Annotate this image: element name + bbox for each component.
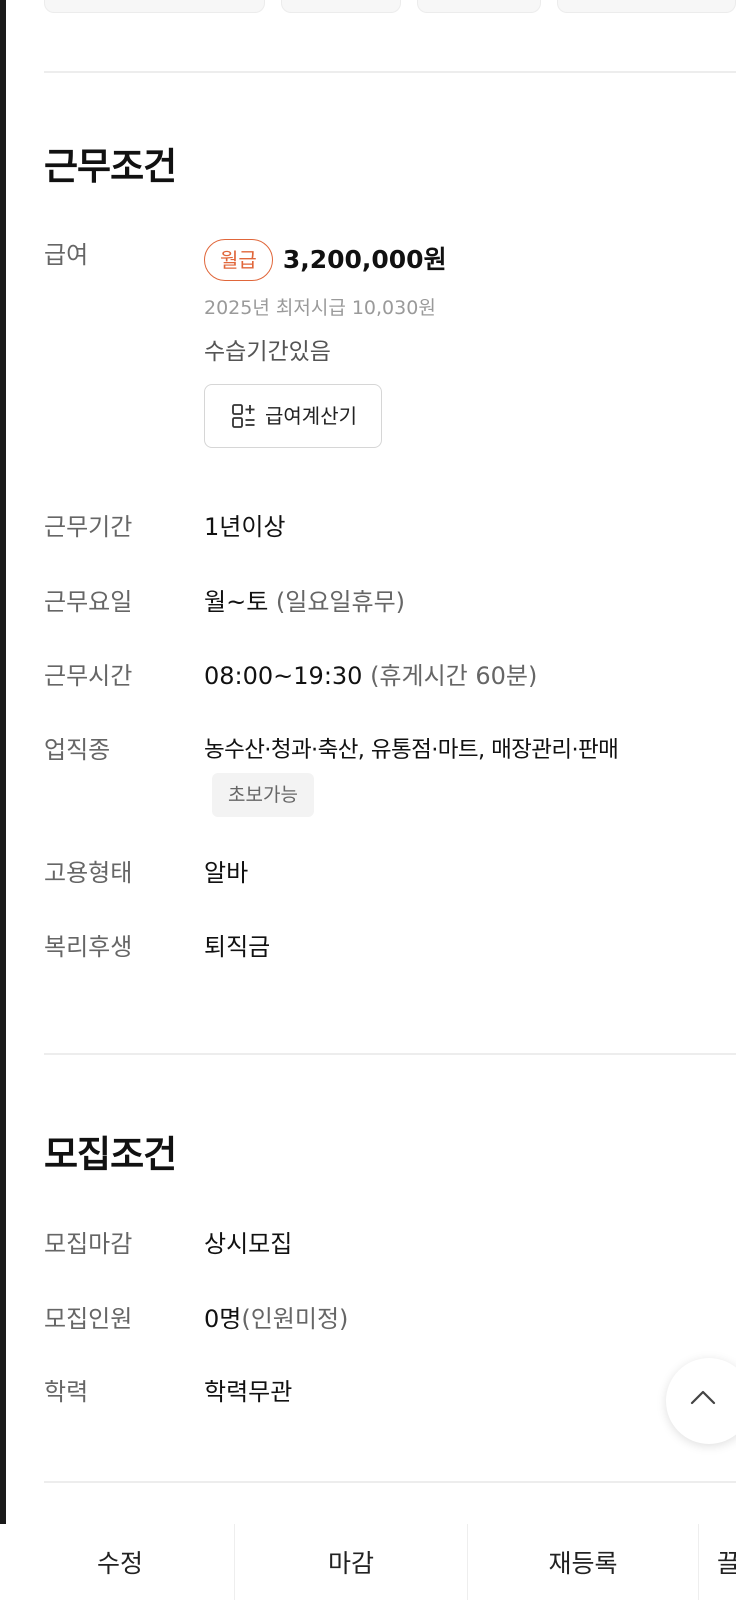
divider: [44, 71, 736, 73]
top-chip[interactable]: [416, 0, 541, 13]
days-note: (일요일휴무): [268, 588, 406, 616]
row-value: 08:00~19:30 (휴게시간 60분): [204, 659, 736, 693]
row-label: 학력: [44, 1378, 89, 1406]
bottom-action-bar: 수정 마감 재등록 끌: [0, 1524, 736, 1600]
salary-calculator-button[interactable]: 급여계산기: [204, 384, 382, 448]
top-chip[interactable]: [280, 0, 401, 13]
headcount-note: (인원미정): [241, 1305, 349, 1333]
row-headcount: 모집인원 0명(인원미정): [44, 1302, 736, 1336]
row-benefits: 복리후생 퇴직금: [44, 930, 736, 964]
row-label: 업직종: [44, 736, 111, 764]
row-value: 퇴직금: [204, 933, 271, 961]
row-label: 근무시간: [44, 662, 133, 690]
row-value: 상시모집: [204, 1230, 293, 1258]
row-value: 월~토 (일요일휴무): [204, 585, 736, 619]
row-label: 모집마감: [44, 1230, 133, 1258]
row-value: 0명(인원미정): [204, 1302, 736, 1336]
headcount-value: 0명: [204, 1305, 242, 1333]
pay-details: 월급 3,200,000원 2025년 최저시급 10,030원 수습기간있음: [204, 238, 736, 448]
row-value: 학력무관: [204, 1378, 293, 1406]
row-label: 급여: [44, 241, 89, 269]
hours-note: (휴게시간 60분): [362, 662, 538, 690]
row-value: 알바: [204, 859, 249, 887]
divider: [44, 1053, 736, 1055]
scroll-to-top-button[interactable]: [666, 1358, 736, 1444]
row-employment: 고용형태 알바: [44, 856, 736, 890]
row-value: 1년이상: [204, 513, 286, 541]
section-title-recruit: 모집조건: [44, 1133, 177, 1176]
row-label: 근무기간: [44, 513, 133, 541]
row-value: 농수산·청과·축산, 유통점·마트, 매장관리·판매 초보가능: [204, 733, 736, 817]
calculator-icon: [231, 403, 257, 429]
days-value: 월~토: [204, 588, 269, 616]
job-detail-page: 근무조건 급여 월급 3,200,000원 2025년 최저시급 10,030원…: [0, 0, 736, 1600]
beginner-tag: 초보가능: [212, 773, 314, 817]
row-label: 복리후생: [44, 933, 133, 961]
pay-type-badge: 월급: [204, 239, 273, 281]
job-type-value: 농수산·청과·축산, 유통점·마트, 매장관리·판매: [204, 737, 619, 763]
top-chips-row: [44, 0, 736, 14]
row-education: 학력 학력무관: [44, 1375, 736, 1409]
row-period: 근무기간 1년이상: [44, 510, 736, 544]
divider: [44, 1481, 736, 1483]
repost-button[interactable]: 재등록: [468, 1524, 699, 1600]
row-label: 고용형태: [44, 859, 133, 887]
pay-amount: 3,200,000원: [282, 245, 447, 274]
row-hours: 근무시간 08:00~19:30 (휴게시간 60분): [44, 659, 736, 693]
row-days: 근무요일 월~토 (일요일휴무): [44, 585, 736, 619]
top-chip[interactable]: [44, 0, 265, 13]
left-edge-shadow: [0, 0, 6, 1600]
row-job-type: 업직종 농수산·청과·축산, 유통점·마트, 매장관리·판매 초보가능: [44, 733, 736, 817]
row-label: 모집인원: [44, 1305, 133, 1333]
min-wage-note: 2025년 최저시급 10,030원: [204, 297, 436, 319]
close-posting-button[interactable]: 마감: [235, 1524, 468, 1600]
pay-line: 월급 3,200,000원: [204, 238, 736, 282]
top-chip[interactable]: [556, 0, 736, 13]
hours-value: 08:00~19:30: [204, 662, 363, 690]
row-deadline: 모집마감 상시모집: [44, 1227, 736, 1261]
training-note: 수습기간있음: [204, 339, 331, 365]
edit-button[interactable]: 수정: [6, 1524, 235, 1600]
chevron-up-icon: [690, 1390, 716, 1405]
more-actions-button[interactable]: 끌: [699, 1524, 736, 1600]
row-pay: 급여 월급 3,200,000원 2025년 최저시급 10,030원 수습기간…: [44, 238, 736, 448]
salary-calculator-label: 급여계산기: [265, 404, 357, 428]
row-label: 근무요일: [44, 588, 133, 616]
section-title-conditions: 근무조건: [44, 145, 177, 188]
